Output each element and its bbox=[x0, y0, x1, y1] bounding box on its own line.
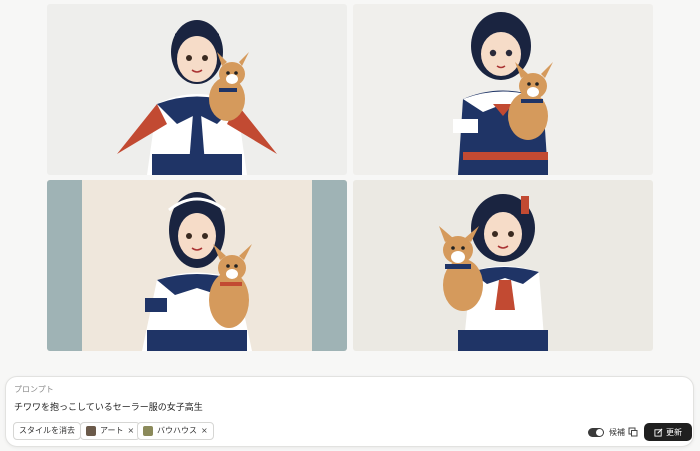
update-button[interactable]: 更新 bbox=[644, 423, 692, 441]
remove-art-icon[interactable]: × bbox=[128, 423, 135, 439]
illustration-2 bbox=[353, 4, 653, 175]
edit-icon bbox=[654, 428, 663, 437]
style-chip-bauhaus-label: バウハウス bbox=[157, 426, 197, 435]
illustration-1 bbox=[47, 4, 347, 175]
candidates-toggle[interactable] bbox=[588, 428, 604, 437]
prompt-label: プロンプト bbox=[14, 385, 54, 394]
clear-style-label: スタイルを消去 bbox=[19, 426, 75, 435]
prompt-input[interactable]: チワワを抱っこしているセーラー服の女子高生 bbox=[14, 400, 203, 413]
image-grid bbox=[0, 0, 700, 360]
copy-icon[interactable] bbox=[628, 427, 638, 437]
bauhaus-thumbnail-icon bbox=[143, 426, 153, 436]
generated-image-3[interactable] bbox=[47, 180, 347, 351]
generated-image-4[interactable] bbox=[353, 180, 653, 351]
style-chip-art-label: アート bbox=[100, 426, 124, 435]
prompt-panel: プロンプト チワワを抱っこしているセーラー服の女子高生 スタイルを消去 アート … bbox=[5, 376, 694, 447]
generated-image-2[interactable] bbox=[353, 4, 653, 175]
style-chip-art[interactable]: アート × bbox=[80, 422, 141, 440]
candidates-label: 候補 bbox=[609, 428, 625, 437]
update-button-label: 更新 bbox=[666, 427, 682, 437]
style-chip-bauhaus[interactable]: バウハウス × bbox=[137, 422, 214, 440]
illustration-4 bbox=[353, 180, 653, 351]
art-thumbnail-icon bbox=[86, 426, 96, 436]
illustration-3 bbox=[47, 180, 347, 351]
remove-bauhaus-icon[interactable]: × bbox=[201, 423, 208, 439]
clear-style-button[interactable]: スタイルを消去 bbox=[13, 422, 81, 440]
generated-image-1[interactable] bbox=[47, 4, 347, 175]
